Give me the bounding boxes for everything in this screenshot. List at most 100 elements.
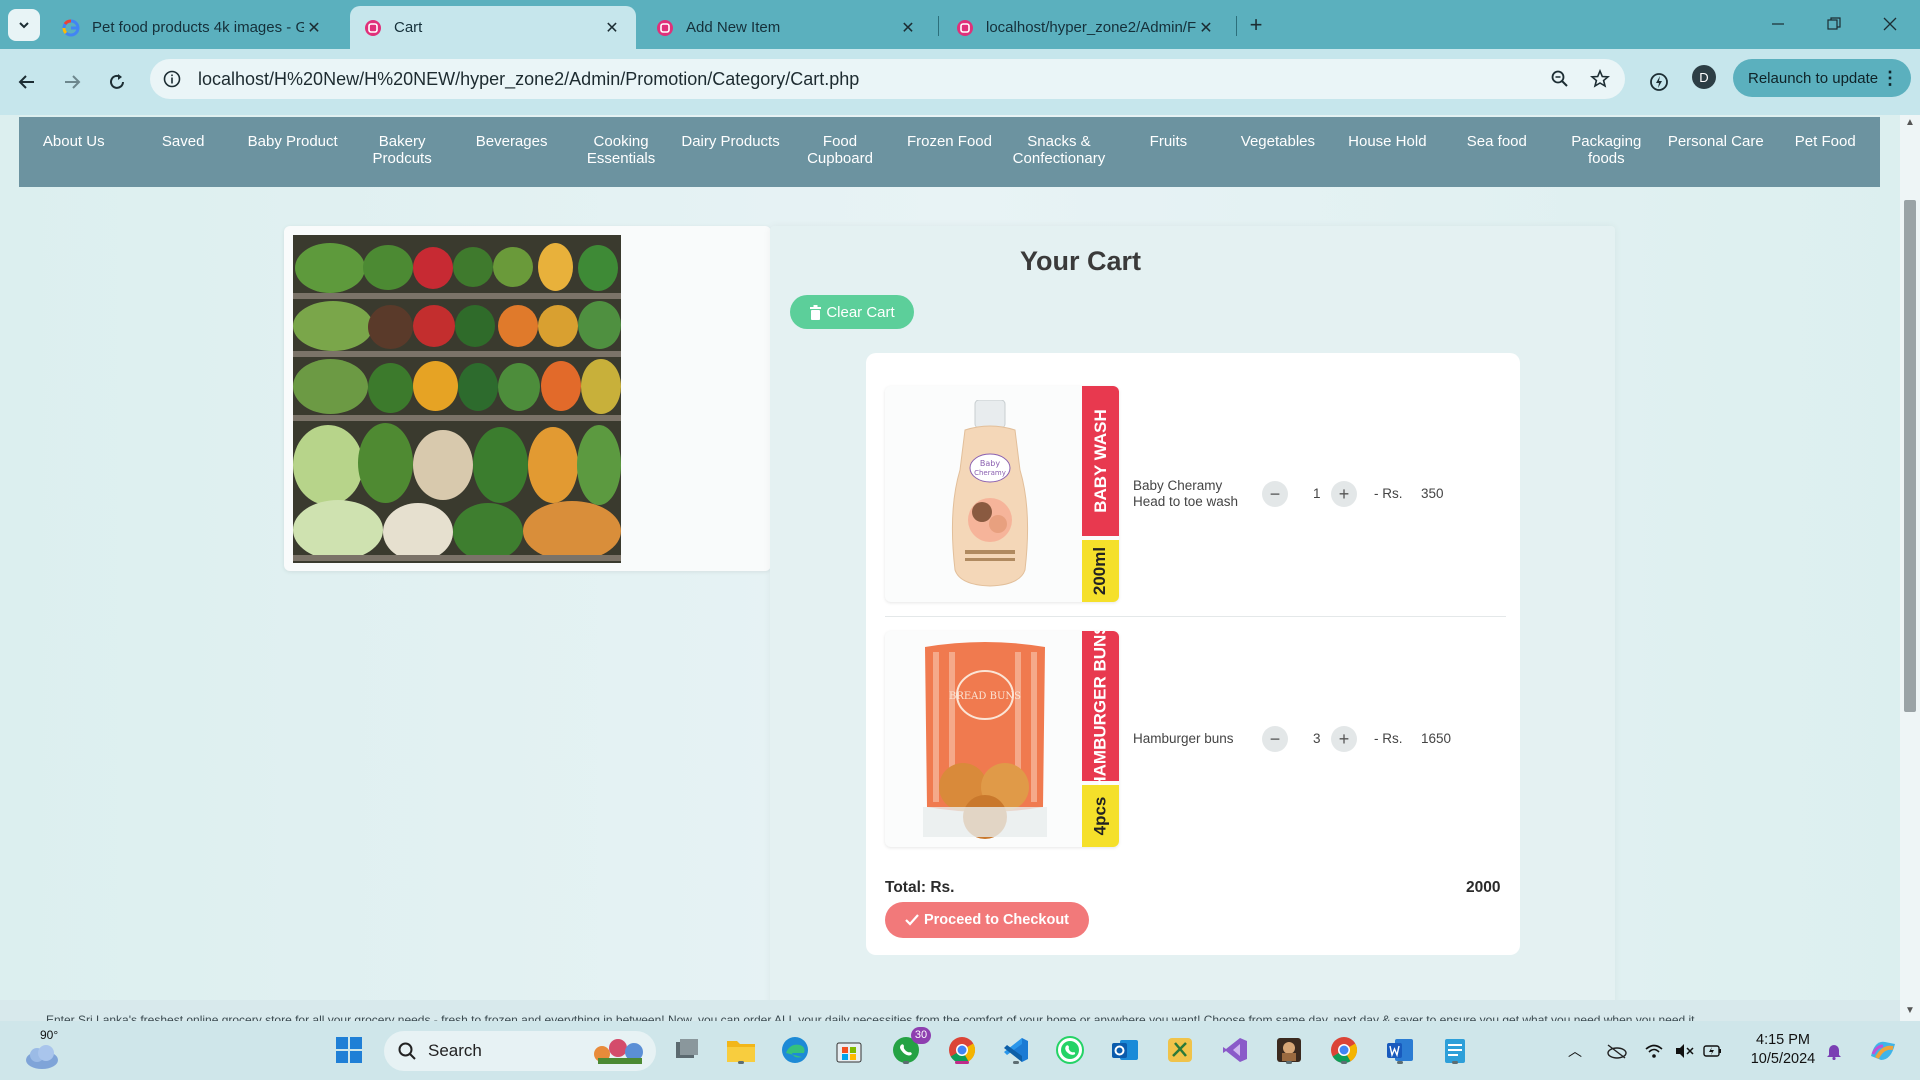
copilot-icon[interactable]	[1866, 1035, 1900, 1065]
close-icon[interactable]: ✕	[898, 18, 918, 38]
back-button[interactable]	[12, 67, 42, 97]
quantity-value: 1	[1313, 486, 1321, 501]
more-menu-icon[interactable]: ⋮	[1881, 68, 1899, 89]
weather-widget[interactable]: 90°	[24, 1028, 64, 1070]
minus-icon: −	[1269, 728, 1281, 749]
scroll-down-icon[interactable]: ▼	[1904, 1005, 1916, 1017]
media-app-button[interactable]	[1272, 1033, 1306, 1067]
total-value: 2000	[1466, 879, 1501, 896]
taskbar-search[interactable]: Search	[384, 1031, 656, 1071]
increase-quantity-button[interactable]: +	[1331, 481, 1357, 507]
active-indicator	[1341, 1061, 1347, 1064]
store-icon	[836, 1042, 862, 1063]
store-button[interactable]	[832, 1033, 866, 1067]
category-house-hold[interactable]: House Hold	[1333, 133, 1442, 150]
visual-studio-button[interactable]	[1218, 1033, 1252, 1067]
close-icon[interactable]: ✕	[304, 18, 324, 38]
notifications-bell-icon[interactable]	[1823, 1040, 1845, 1062]
tab-pet-food-images[interactable]: Pet food products 4k images - G ✕	[48, 6, 338, 49]
active-indicator	[1452, 1061, 1458, 1064]
decrease-quantity-button[interactable]: −	[1262, 726, 1288, 752]
new-tab-button[interactable]: +	[1243, 12, 1269, 38]
start-button[interactable]	[332, 1033, 366, 1067]
tab-cart[interactable]: Cart ✕	[350, 6, 636, 49]
close-window-button[interactable]	[1868, 10, 1912, 38]
bookmark-star-icon[interactable]	[1585, 64, 1615, 94]
volume-muted-icon[interactable]	[1673, 1040, 1695, 1062]
address-bar[interactable]: localhost/H%20New/H%20NEW/hyper_zone2/Ad…	[150, 59, 1625, 99]
category-saved[interactable]: Saved	[128, 133, 237, 150]
notification-badge: 30	[911, 1027, 931, 1044]
category-about-us[interactable]: About Us	[19, 133, 128, 150]
scroll-up-icon[interactable]: ▲	[1904, 117, 1916, 129]
category-fruits[interactable]: Fruits	[1114, 133, 1223, 150]
battery-icon[interactable]	[1702, 1040, 1724, 1062]
profile-avatar[interactable]: D	[1692, 65, 1716, 89]
category-baby-product[interactable]: Baby Product	[238, 133, 347, 150]
site-info-icon[interactable]	[154, 61, 190, 97]
whatsapp-business-button[interactable]: 30	[889, 1027, 931, 1067]
category-beverages[interactable]: Beverages	[457, 133, 566, 150]
tab-title: localhost/hyper_zone2/Admin/F	[986, 19, 1196, 36]
cloud-icon	[26, 1045, 58, 1069]
minimize-button[interactable]	[1756, 10, 1800, 38]
tab-search-button[interactable]	[8, 9, 40, 41]
whatsapp-button[interactable]	[1053, 1033, 1087, 1067]
snipping-tool-button[interactable]	[1163, 1033, 1197, 1067]
chrome-profile-d-button[interactable]	[945, 1033, 979, 1067]
category-sea-food[interactable]: Sea food	[1442, 133, 1551, 150]
php-app-icon	[365, 19, 381, 36]
category-frozen-food[interactable]: Frozen Food	[895, 133, 1004, 150]
show-hidden-icons-button[interactable]: ︿	[1564, 1040, 1586, 1062]
task-view-button[interactable]	[670, 1033, 704, 1067]
close-icon[interactable]: ✕	[602, 18, 622, 38]
php-app-icon	[657, 19, 673, 36]
restore-button[interactable]	[1812, 10, 1856, 38]
category-packaging-foods[interactable]: Packaging foods	[1552, 133, 1661, 167]
chevron-up-icon: ︿	[1568, 1043, 1582, 1059]
decrease-quantity-button[interactable]: −	[1262, 481, 1288, 507]
category-personal-care[interactable]: Personal Care	[1661, 133, 1770, 150]
category-food-cupboard[interactable]: Food Cupboard	[785, 133, 894, 167]
notepad-button[interactable]	[1438, 1033, 1472, 1067]
reload-button[interactable]	[102, 67, 132, 97]
snipping-icon	[1168, 1038, 1192, 1062]
clock[interactable]: 4:15 PM 10/5/2024	[1746, 1031, 1820, 1069]
word-button[interactable]	[1383, 1033, 1417, 1067]
forward-button[interactable]	[57, 67, 87, 97]
category-cooking-essentials[interactable]: Cooking Essentials	[566, 133, 675, 167]
onedrive-icon[interactable]	[1605, 1040, 1627, 1062]
edge-button[interactable]	[778, 1033, 812, 1067]
clear-cart-button[interactable]: Clear Cart	[790, 295, 914, 329]
weather-temperature: 90°	[40, 1028, 59, 1042]
zoom-icon[interactable]	[1545, 64, 1575, 94]
vscode-button[interactable]	[999, 1033, 1033, 1067]
performance-icon	[1650, 73, 1668, 91]
tab-separator	[1236, 16, 1237, 36]
file-explorer-button[interactable]	[724, 1033, 758, 1067]
active-indicator	[1013, 1061, 1019, 1064]
search-label: Search	[428, 1041, 482, 1060]
word-icon	[1387, 1039, 1413, 1061]
increase-quantity-button[interactable]: +	[1331, 726, 1357, 752]
category-pet-food[interactable]: Pet Food	[1771, 133, 1880, 150]
extensions-button[interactable]	[1642, 65, 1676, 99]
outlook-button[interactable]	[1108, 1033, 1142, 1067]
cart-item-name: Baby Cheramy Head to toe wash	[1133, 478, 1239, 509]
close-icon[interactable]: ✕	[1196, 18, 1216, 38]
page-scrollbar[interactable]: ▲ ▼	[1900, 115, 1920, 1021]
category-bakery-products[interactable]: Bakery Prodcuts	[347, 133, 456, 167]
relaunch-to-update-button[interactable]: Relaunch to update ⋮	[1733, 59, 1911, 97]
wifi-icon[interactable]	[1643, 1040, 1665, 1062]
category-dairy-products[interactable]: Dairy Products	[676, 133, 785, 150]
scrollbar-thumb[interactable]	[1904, 200, 1916, 712]
proceed-to-checkout-button[interactable]: Proceed to Checkout	[885, 902, 1089, 938]
tab-title: Pet food products 4k images - G	[92, 19, 304, 36]
chevron-down-icon	[19, 22, 29, 29]
chrome-button[interactable]	[1327, 1033, 1361, 1067]
tab-localhost-admin[interactable]: localhost/hyper_zone2/Admin/F ✕	[942, 6, 1230, 49]
tab-add-new-item[interactable]: Add New Item ✕	[642, 6, 932, 49]
category-vegetables[interactable]: Vegetables	[1223, 133, 1332, 150]
category-snacks-confectionary[interactable]: Snacks & Confectionary	[1004, 133, 1113, 167]
url-text: localhost/H%20New/H%20NEW/hyper_zone2/Ad…	[198, 68, 860, 89]
